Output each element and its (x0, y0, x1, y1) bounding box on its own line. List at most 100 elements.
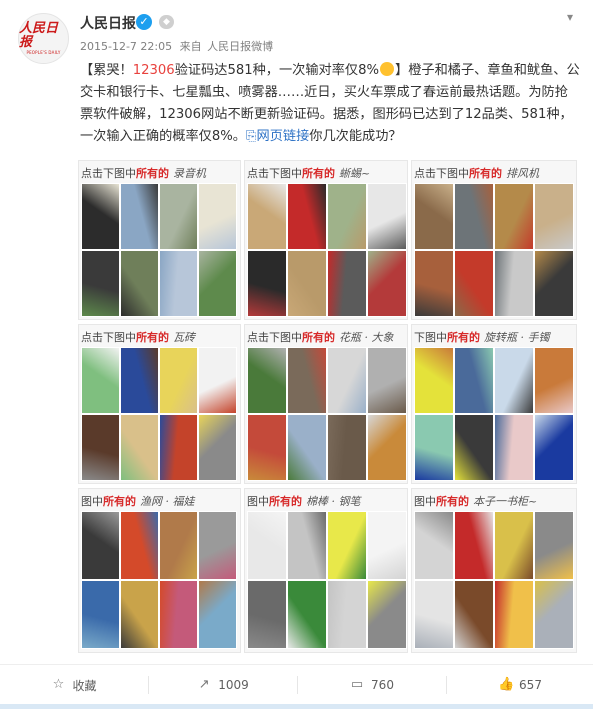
captcha-prompt-text: 点击下图中 (414, 167, 469, 180)
captcha-target-word: 录音机 (173, 167, 206, 180)
captcha-image-tile[interactable] (120, 414, 159, 481)
captcha-image-tile[interactable] (367, 347, 407, 414)
captcha-image-tile[interactable] (414, 414, 454, 481)
captcha-image-tile[interactable] (454, 183, 494, 250)
captcha-prompt-emphasis: 所有的 (302, 167, 335, 180)
captcha-image-tile[interactable] (287, 347, 327, 414)
captcha-prompt: 图中所有的 渔网 · 福娃 (81, 493, 195, 509)
captcha-image-tile[interactable] (367, 511, 407, 580)
captcha-image-tile[interactable] (367, 580, 407, 649)
captcha-image-tile[interactable] (454, 414, 494, 481)
captcha-image-tile[interactable] (414, 580, 454, 649)
captcha-image-tile[interactable] (81, 250, 120, 317)
captcha-target-word: 瓦砖 (173, 331, 195, 344)
captcha-image-tile[interactable] (247, 183, 287, 250)
captcha-image-tile[interactable] (327, 580, 367, 649)
captcha-image-tile[interactable] (287, 580, 327, 649)
captcha-image-tile[interactable] (247, 511, 287, 580)
post-timestamp[interactable]: 2015-12-7 22:05 (80, 40, 172, 53)
captcha-image-tile[interactable] (287, 414, 327, 481)
captcha-image-tile[interactable] (327, 511, 367, 580)
captcha-image-tile[interactable] (494, 347, 534, 414)
captcha-image-tile[interactable] (198, 347, 237, 414)
captcha-image-tile[interactable] (494, 183, 534, 250)
captcha-image-tile[interactable] (159, 414, 198, 481)
captcha-target-word: 蜥蜴~ (339, 167, 371, 180)
captcha-image-tile[interactable] (120, 183, 159, 250)
captcha-image-tile[interactable] (414, 511, 454, 580)
keyword-link[interactable]: 12306 (133, 63, 175, 78)
verified-badge-icon[interactable]: ✓ (136, 14, 152, 30)
captcha-image-tile[interactable] (159, 580, 198, 649)
captcha-image-tile[interactable] (287, 183, 327, 250)
captcha-image-tile[interactable] (120, 250, 159, 317)
account-name[interactable]: 人民日报 (80, 13, 136, 33)
captcha-image-tile[interactable] (198, 511, 237, 580)
web-link[interactable]: 网页链接 (257, 129, 310, 144)
comment-button[interactable]: ▭ 760 (298, 665, 446, 705)
captcha-image-tile[interactable] (247, 414, 287, 481)
repost-button[interactable]: ↗ 1009 (149, 665, 297, 705)
captcha-image-tile[interactable] (120, 580, 159, 649)
captcha-image-tile[interactable] (454, 580, 494, 649)
captcha-image-tile[interactable] (287, 250, 327, 317)
captcha-image-tile[interactable] (367, 183, 407, 250)
source-prefix: 来自 (179, 40, 202, 53)
captcha-image-tile[interactable] (198, 414, 237, 481)
captcha-image-tile[interactable] (198, 183, 237, 250)
captcha-panel: 图中所有的 本子一书柜~ (411, 488, 577, 653)
captcha-image-tile[interactable] (81, 347, 120, 414)
link-icon[interactable]: ⎘ (246, 129, 257, 144)
captcha-image-tile[interactable] (367, 250, 407, 317)
captcha-image-tile[interactable] (454, 250, 494, 317)
captcha-image-tile[interactable] (534, 347, 574, 414)
captcha-image-tile[interactable] (534, 414, 574, 481)
captcha-image-tile[interactable] (534, 511, 574, 580)
captcha-image-tile[interactable] (534, 580, 574, 649)
captcha-image-tile[interactable] (81, 183, 120, 250)
captcha-prompt-emphasis: 所有的 (469, 167, 502, 180)
like-button[interactable]: 👍 657 (447, 665, 593, 705)
captcha-image-tile[interactable] (414, 183, 454, 250)
captcha-prompt: 图中所有的 本子一书柜~ (414, 493, 537, 509)
captcha-image-tile[interactable] (414, 347, 454, 414)
captcha-image-tile[interactable] (159, 250, 198, 317)
comment-count: 760 (371, 678, 394, 692)
avatar[interactable]: 人民日报 PEOPLE'S DAILY (18, 13, 69, 64)
chevron-down-icon[interactable]: ▾ (563, 10, 577, 24)
captcha-image-tile[interactable] (81, 580, 120, 649)
captcha-image-tile[interactable] (454, 511, 494, 580)
captcha-image-tile[interactable] (367, 414, 407, 481)
captcha-image-tile[interactable] (120, 347, 159, 414)
captcha-image-tile[interactable] (534, 250, 574, 317)
captcha-image-tile[interactable] (414, 250, 454, 317)
captcha-image-tile[interactable] (247, 347, 287, 414)
captcha-panel: 下图中所有的 旋转瓶 · 手镯 (411, 324, 577, 484)
captcha-prompt: 点击下图中所有的 花瓶 · 大象 (247, 329, 394, 345)
post-source[interactable]: 人民日报微博 (207, 40, 273, 53)
captcha-image-tile[interactable] (494, 414, 534, 481)
captcha-image-tile[interactable] (247, 580, 287, 649)
captcha-image-tile[interactable] (287, 511, 327, 580)
captcha-image-tile[interactable] (327, 414, 367, 481)
captcha-target-word: 渔网 · 福娃 (140, 495, 195, 508)
captcha-image-tile[interactable] (327, 183, 367, 250)
captcha-image-tile[interactable] (494, 511, 534, 580)
captcha-image-tile[interactable] (198, 250, 237, 317)
captcha-image-tile[interactable] (120, 511, 159, 580)
medal-icon[interactable]: ◆ (159, 15, 174, 29)
captcha-image-tile[interactable] (534, 183, 574, 250)
captcha-image-tile[interactable] (81, 414, 120, 481)
captcha-image-tile[interactable] (159, 347, 198, 414)
captcha-image-tile[interactable] (494, 250, 534, 317)
captcha-image-tile[interactable] (159, 511, 198, 580)
captcha-image-tile[interactable] (327, 250, 367, 317)
captcha-image-tile[interactable] (247, 250, 287, 317)
captcha-image-tile[interactable] (81, 511, 120, 580)
captcha-image-tile[interactable] (494, 580, 534, 649)
captcha-image-tile[interactable] (454, 347, 494, 414)
captcha-image-tile[interactable] (159, 183, 198, 250)
captcha-image-tile[interactable] (327, 347, 367, 414)
captcha-image-tile[interactable] (198, 580, 237, 649)
favorite-button[interactable]: ☆ 收藏 (0, 665, 148, 705)
